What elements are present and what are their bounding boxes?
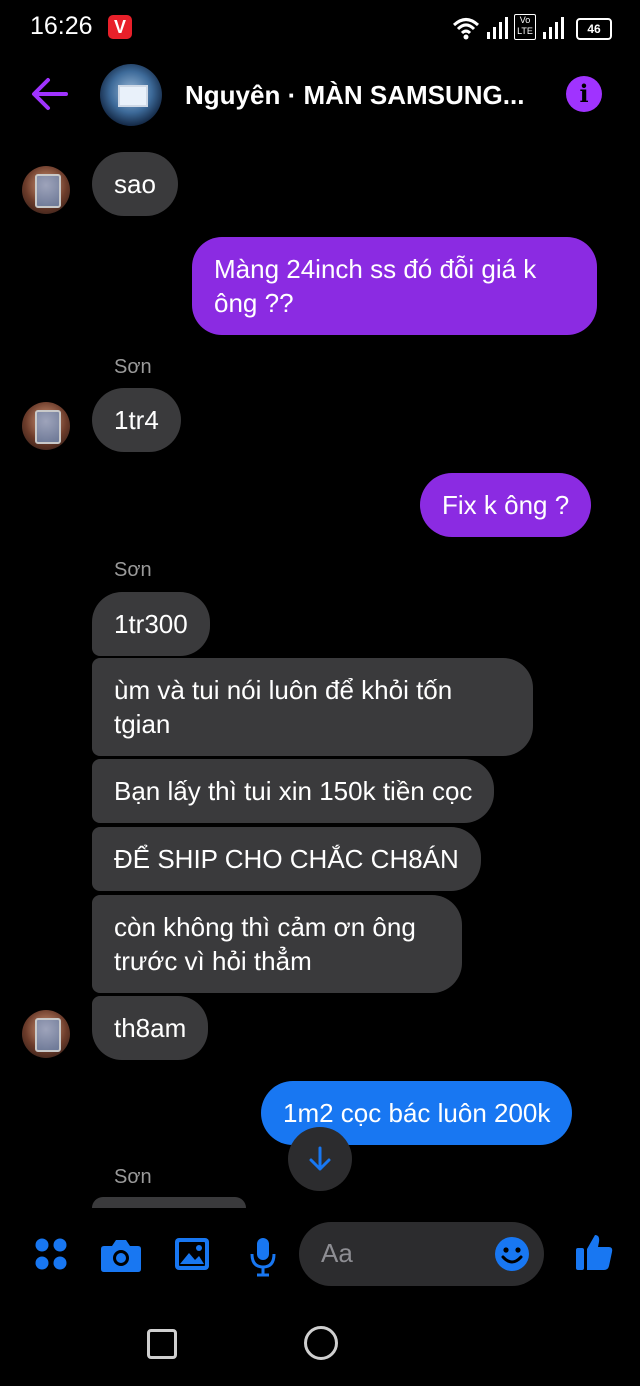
battery-icon: 46	[576, 18, 612, 40]
apps-grid-icon[interactable]	[34, 1237, 68, 1271]
app-notification-icon: V	[108, 15, 132, 39]
signal-icon	[487, 17, 508, 39]
system-nav-bar	[0, 1296, 640, 1386]
recent-apps-button[interactable]	[147, 1329, 177, 1359]
status-bar: 16:26 V Vo LTE 46	[0, 0, 640, 56]
scroll-to-bottom-button[interactable]	[288, 1127, 352, 1191]
back-arrow-icon[interactable]	[30, 76, 68, 112]
status-time: 16:26	[30, 12, 93, 40]
outgoing-message[interactable]: Màng 24inch ss đó đỗi giá k ông ??	[192, 237, 597, 335]
incoming-message[interactable]: ĐỂ SHIP CHO CHẮC CH8ÁN	[92, 827, 481, 891]
incoming-message[interactable]: Bạn lấy thì tui xin 150k tiền cọc	[92, 759, 495, 823]
home-button[interactable]	[304, 1326, 338, 1360]
microphone-icon[interactable]	[250, 1237, 276, 1277]
incoming-message[interactable]: th8am	[92, 996, 209, 1060]
status-icons: Vo LTE 46	[452, 12, 612, 44]
arrow-down-icon	[309, 1146, 331, 1171]
sender-name: Sơn	[114, 356, 152, 378]
sender-name: Sơn	[114, 559, 152, 581]
list-edge	[0, 1208, 640, 1222]
incoming-message[interactable]: 1tr4	[92, 388, 181, 452]
incoming-message[interactable]: 1tr300	[92, 592, 210, 656]
sender-name: Sơn	[114, 1166, 152, 1188]
chat-header: Nguyên · MÀN SAMSUNG... i	[0, 58, 640, 138]
contact-avatar[interactable]	[22, 402, 70, 450]
group-avatar[interactable]	[100, 64, 162, 126]
contact-avatar[interactable]	[22, 166, 70, 214]
incoming-message[interactable]: sao	[92, 152, 178, 216]
emoji-icon[interactable]	[494, 1236, 530, 1272]
incoming-message[interactable]: ùm và tui nói luôn để khỏi tốn tgian	[92, 658, 533, 756]
wifi-icon	[452, 18, 480, 40]
contact-avatar[interactable]	[22, 1010, 70, 1058]
incoming-message[interactable]: còn không thì cảm ơn ông trước vì hỏi th…	[92, 895, 462, 993]
like-thumb-icon[interactable]	[574, 1232, 614, 1272]
info-icon[interactable]: i	[566, 76, 602, 112]
outgoing-message[interactable]: Fix k ông ?	[420, 473, 592, 537]
composer-bar: Aa	[0, 1222, 640, 1292]
volte-icon: Vo LTE	[514, 14, 536, 40]
gallery-icon[interactable]	[174, 1237, 210, 1271]
camera-icon[interactable]	[100, 1237, 142, 1273]
message-input[interactable]: Aa	[299, 1222, 544, 1286]
incoming-message-partial[interactable]	[92, 1197, 246, 1208]
signal-icon-2	[543, 17, 564, 39]
chat-title[interactable]: Nguyên · MÀN SAMSUNG...	[185, 80, 524, 111]
message-input-placeholder: Aa	[321, 1238, 353, 1268]
